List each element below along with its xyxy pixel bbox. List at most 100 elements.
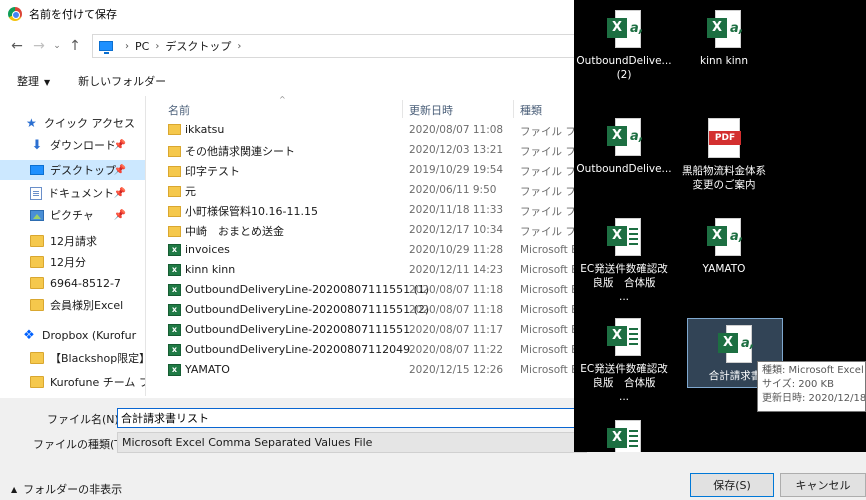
desktop-icon[interactable]: PDF 黒船物流料金体系 変更のご案内 (674, 118, 774, 192)
file-row[interactable]: OutboundDeliveryLine-20200807111551 (1)2… (146, 280, 574, 300)
file-name-cell: 小町様保管料10.16-11.15 (168, 203, 318, 219)
recent-locations-chevron-icon[interactable]: ⌄ (50, 35, 64, 57)
sidebar-item-label: ドキュメント (48, 187, 114, 200)
file-name: OutboundDeliveryLine-20200807112049 (185, 343, 411, 356)
forward-button[interactable]: → (28, 35, 50, 57)
file-row[interactable]: invoices 2020/10/29 11:28 Microsoft Excel (146, 240, 574, 260)
file-modified: 2020/12/11 14:23 (409, 264, 504, 276)
file-info-tooltip: 種類: Microsoft Excel サイズ: 200 KB 更新日時: 20… (757, 361, 866, 412)
excel-file-icon: Xa, (707, 218, 744, 256)
file-type: Microsoft Excel (520, 364, 574, 376)
desktop-icon[interactable]: Xa, OutboundDelive... (574, 118, 674, 176)
desktop-icon[interactable]: Xa, OutboundDelive... (2) (574, 10, 674, 82)
filename-input[interactable] (117, 408, 587, 428)
excel-mark: a, (630, 21, 644, 36)
hide-folders-label: フォルダーの非表示 (23, 483, 123, 496)
file-row[interactable]: 元 2020/06/11 9:50 ファイル フォルダー (146, 180, 574, 200)
excel-file-icon: Xa, (607, 118, 644, 156)
file-row[interactable]: OutboundDeliveryLine-202008071120492020/… (146, 340, 574, 360)
file-type: ファイル フォルダー (520, 126, 574, 138)
caret-down-icon: ▼ (44, 78, 51, 87)
pdf-file-icon: PDF (708, 118, 741, 158)
desktop-icon[interactable]: X EC発送件数確認改 良版 合体版 ... (574, 218, 674, 304)
sidebar-item-label: クイック アクセス (44, 117, 135, 130)
column-divider[interactable] (402, 100, 403, 118)
sidebar-item[interactable]: ★ クイック アクセス (0, 113, 145, 133)
sidebar-item[interactable]: Kurofune チーム フ (0, 372, 145, 392)
column-header-name[interactable]: 名前 (168, 102, 190, 118)
file-name: 中崎 おまとめ送金 (185, 225, 284, 238)
file-name-cell: ikkatsu (168, 123, 224, 136)
excel-badge: X (707, 18, 727, 38)
desktop-icon[interactable]: Xa, YAMATO (674, 218, 774, 276)
file-row[interactable]: 印字テスト 2019/10/29 19:54 ファイル フォルダー (146, 160, 574, 180)
file-modified: 2019/10/29 19:54 (409, 164, 504, 176)
excel-mark: a, (741, 336, 755, 351)
sidebar-item[interactable]: 12月請求 (0, 231, 145, 251)
breadcrumb-pc[interactable]: PC (135, 40, 149, 53)
new-folder-button[interactable]: 新しいフォルダー (78, 73, 166, 89)
file-type: ファイル フォルダー (520, 226, 574, 238)
file-modified: 2020/06/11 9:50 (409, 184, 497, 196)
file-row[interactable]: OutboundDeliveryLine-202008071115512020/… (146, 320, 574, 340)
file-name-cell: 中崎 おまとめ送金 (168, 223, 284, 239)
file-name: OutboundDeliveryLine-20200807111551 (185, 323, 411, 336)
file-modified: 2020/08/07 11:17 (409, 324, 504, 336)
back-button[interactable]: ← (6, 35, 28, 57)
hide-folders-toggle[interactable]: ▲ フォルダーの非表示 (11, 481, 122, 497)
address-bar[interactable]: › PC › デスクトップ › (92, 34, 592, 58)
sidebar-item[interactable]: 【Blackshop限定】 (0, 348, 145, 368)
excel-file-icon (168, 263, 181, 276)
file-name: OutboundDeliveryLine-20200807111551 (1) (185, 283, 430, 296)
tooltip-modified: 更新日時: 2020/12/18 (762, 393, 866, 404)
excel-file-icon (168, 283, 181, 296)
sidebar-item[interactable]: ピクチャ 📌 (0, 205, 145, 225)
desktop-icon[interactable]: Xa, kinn kinn (674, 10, 774, 68)
file-modified: 2020/12/03 13:21 (409, 144, 504, 156)
sidebar-item-label: 6964-8512-7 (50, 276, 121, 290)
file-row[interactable]: YAMATO 2020/12/15 12:26 Microsoft Excel (146, 360, 574, 380)
desktop-icon[interactable]: X EC発送件数確認改 良版 合体版 ... (574, 318, 674, 404)
file-row[interactable]: ikkatsu 2020/08/07 11:08 ファイル フォルダー (146, 120, 574, 140)
breadcrumb-desktop[interactable]: デスクトップ (165, 38, 231, 54)
folder-icon (168, 145, 181, 157)
navigation-pane: ★ クイック アクセス ⬇ ダウンロード 📌 デスクトップ 📌 ドキュメント 📌 ピクチャ 📌 12月… (0, 96, 146, 396)
sidebar-item[interactable]: デスクトップ 📌 (0, 160, 145, 180)
column-header-type[interactable]: 種類 (520, 102, 542, 118)
file-name-cell: 印字テスト (168, 163, 240, 179)
filetype-select[interactable]: Microsoft Excel Comma Separated Values F… (117, 432, 587, 453)
sidebar-item[interactable]: 12月分 (0, 252, 145, 272)
excel-file-icon (168, 363, 181, 376)
sidebar-item[interactable]: 会員様別Excel (0, 295, 145, 315)
folder-icon (30, 235, 44, 247)
file-row[interactable]: OutboundDeliveryLine-20200807111551 (2)2… (146, 300, 574, 320)
column-divider[interactable] (513, 100, 514, 118)
save-button[interactable]: 保存(S) (690, 473, 774, 497)
folder-icon (168, 124, 181, 135)
sidebar-item[interactable]: ❖ Dropbox (Kurofur (0, 325, 145, 345)
file-row[interactable]: 小町様保管料10.16-11.15 2020/11/18 11:33 ファイル フォ… (146, 200, 574, 220)
file-row[interactable]: 中崎 おまとめ送金 2020/12/17 10:34 ファイル フォルダー (146, 220, 574, 240)
excel-file-icon: Xa, (718, 325, 755, 363)
file-row[interactable]: その他請求関連シート 2020/12/03 13:21 ファイル フォルダー (146, 140, 574, 160)
excel-mark: a, (630, 129, 644, 144)
sidebar-item-label: 会員様別Excel (50, 299, 124, 312)
file-modified: 2020/08/07 11:22 (409, 344, 504, 356)
sidebar-item[interactable]: ⬇ ダウンロード 📌 (0, 135, 145, 155)
column-header-modified[interactable]: 更新日時 (409, 102, 453, 118)
excel-file-icon (168, 323, 181, 336)
star-icon: ★ (26, 116, 37, 130)
excel-badge: X (607, 428, 627, 448)
file-modified: 2020/08/07 11:08 (409, 124, 504, 136)
sidebar-item[interactable]: ドキュメント 📌 (0, 183, 145, 203)
desktop-icon-partial[interactable]: X (574, 420, 674, 452)
tooltip-size: サイズ: 200 KB (762, 379, 834, 390)
filename-label: ファイル名(N): (47, 413, 123, 426)
up-button[interactable]: ↑ (64, 35, 86, 57)
cancel-button[interactable]: キャンセル (780, 473, 866, 497)
sidebar-item[interactable]: 6964-8512-7 (0, 273, 145, 293)
file-row[interactable]: kinn kinn 2020/12/11 14:23 Microsoft Excel (146, 260, 574, 280)
pin-icon: 📌 (113, 164, 126, 176)
excel-file-icon: X (607, 318, 641, 356)
organize-button[interactable]: 整理 ▼ (17, 73, 50, 89)
